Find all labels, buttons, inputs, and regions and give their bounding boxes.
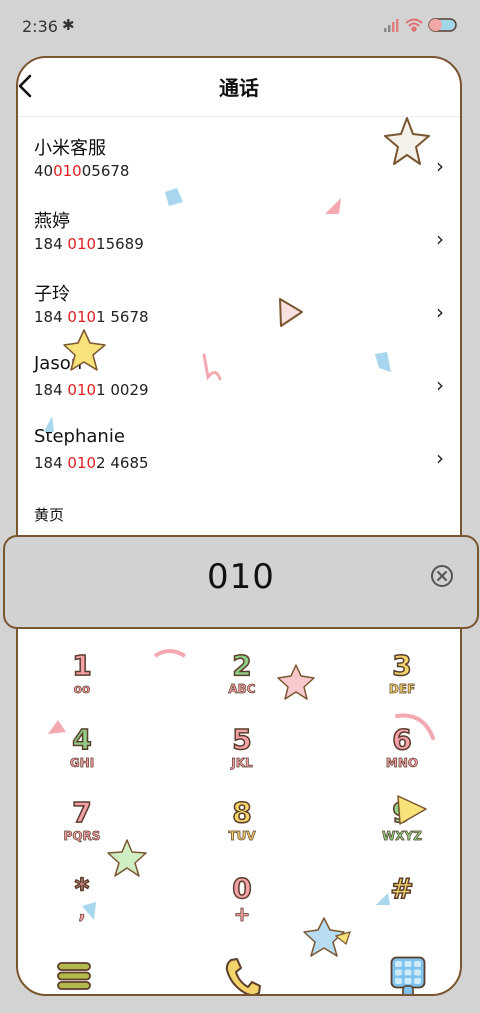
- key-0[interactable]: 0 +: [182, 872, 302, 939]
- phone-call-icon[interactable]: [223, 956, 263, 994]
- header: 通话: [18, 58, 460, 117]
- star-decoration-icon: [63, 329, 106, 371]
- chevron-right-icon: ›: [436, 373, 444, 397]
- confetti-icon: [44, 416, 54, 432]
- key-1[interactable]: 1 oo: [22, 649, 142, 716]
- contact-number: 4001005678: [34, 162, 130, 180]
- dialed-number: 010: [207, 557, 275, 597]
- confetti-icon: [375, 352, 391, 372]
- wifi-icon: [405, 18, 423, 32]
- chevron-right-icon: ›: [436, 446, 444, 470]
- star-decoration-icon: [107, 839, 147, 877]
- signal-icon: [384, 19, 399, 32]
- chevron-right-icon: ›: [436, 227, 444, 251]
- confetti-icon: [325, 198, 341, 214]
- contact-name: 小米客服: [34, 138, 106, 159]
- contact-number: 184 0102 4685: [34, 454, 149, 472]
- triangle-decoration-icon: [397, 795, 427, 825]
- contact-number: 184 0101 0029: [34, 381, 149, 399]
- contact-row[interactable]: 燕婷 184 01015689 ›: [18, 207, 460, 279]
- key-5[interactable]: 5 JKL: [182, 723, 302, 790]
- star-decoration-icon: [277, 664, 315, 700]
- dial-input-display: 010: [3, 535, 479, 629]
- key-4[interactable]: 4 GHI: [22, 723, 142, 790]
- triangle-decoration-icon: [279, 298, 303, 327]
- confetti-icon: [202, 353, 222, 381]
- backspace-icon[interactable]: [429, 563, 455, 589]
- status-time: 2:36: [22, 17, 58, 36]
- confetti-icon: [82, 902, 96, 920]
- menu-icon[interactable]: [56, 958, 92, 994]
- confetti-icon: [376, 893, 390, 905]
- status-bar: 2:36 ✱: [0, 0, 480, 52]
- key-8[interactable]: 8 TUV: [182, 796, 302, 863]
- contact-name: 燕婷: [34, 211, 70, 232]
- confetti-icon: [165, 188, 183, 206]
- call-card: 通话 小米客服 4001005678 › 燕婷 184 01015689 › 子…: [16, 56, 462, 996]
- star-decoration-icon: [303, 917, 351, 957]
- status-icons: [384, 16, 460, 34]
- contact-name: 子玲: [34, 284, 70, 305]
- contact-number: 184 0101 5678: [34, 308, 149, 326]
- confetti-icon: [395, 713, 435, 740]
- page-title: 通话: [219, 76, 259, 100]
- yellow-pages-label[interactable]: 黄页: [34, 504, 64, 525]
- chevron-right-icon: ›: [436, 300, 444, 324]
- bluetooth-icon: ✱: [62, 16, 75, 34]
- chevron-right-icon: ›: [436, 154, 444, 178]
- confetti-icon: [153, 649, 187, 658]
- battery-icon: [428, 18, 457, 32]
- keypad-icon[interactable]: [390, 956, 426, 994]
- confetti-icon: [48, 720, 66, 734]
- key-hash[interactable]: #: [342, 872, 460, 939]
- contact-row[interactable]: Stephanie 184 0102 4685 ›: [18, 426, 460, 498]
- contact-number: 184 01015689: [34, 235, 144, 253]
- star-decoration-icon: [384, 117, 430, 165]
- key-3[interactable]: 3 DEF: [342, 649, 460, 716]
